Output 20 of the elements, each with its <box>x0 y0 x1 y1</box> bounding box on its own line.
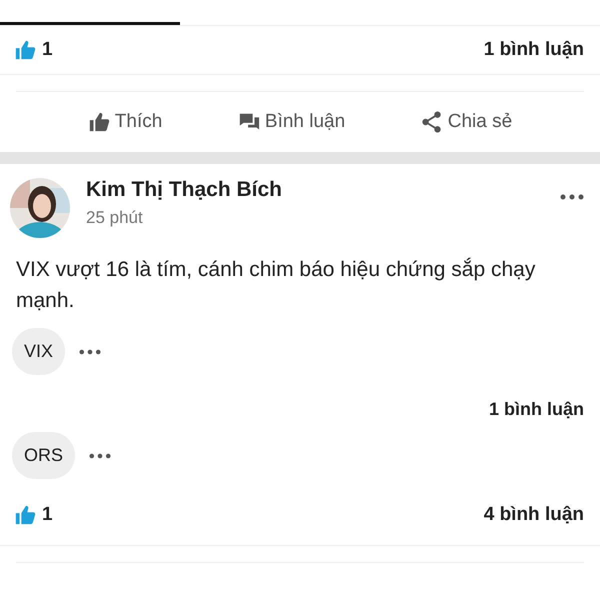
post-time: 25 phút <box>86 208 144 228</box>
more-icon[interactable] <box>89 452 112 458</box>
share-button[interactable]: Chia sẻ <box>420 111 512 133</box>
like-button[interactable]: Thích <box>88 111 162 133</box>
comment-count[interactable]: 1 bình luận <box>488 399 584 419</box>
post-text: VIX vượt 16 là tím, cánh chim báo hiệu chứng sắp chạy mạnh. <box>16 256 536 314</box>
more-options-icon[interactable] <box>560 194 584 200</box>
like-count: 1 <box>42 504 53 526</box>
share-icon <box>420 111 443 133</box>
author-name[interactable]: Kim Thị Thạch Bích <box>86 178 544 202</box>
more-icon[interactable] <box>79 348 102 354</box>
stock-tag[interactable]: ORS <box>12 432 76 479</box>
comment-count[interactable]: 4 bình luận <box>484 504 584 526</box>
comment-count[interactable]: 1 bình luận <box>484 39 584 61</box>
thumbs-up-icon <box>14 39 36 61</box>
comment-button[interactable]: Bình luận <box>238 111 346 133</box>
thumbs-up-icon <box>14 504 36 526</box>
like-count: 1 <box>42 39 53 61</box>
stock-tag[interactable]: VIX <box>12 328 66 375</box>
thumbs-up-icon <box>88 111 110 133</box>
